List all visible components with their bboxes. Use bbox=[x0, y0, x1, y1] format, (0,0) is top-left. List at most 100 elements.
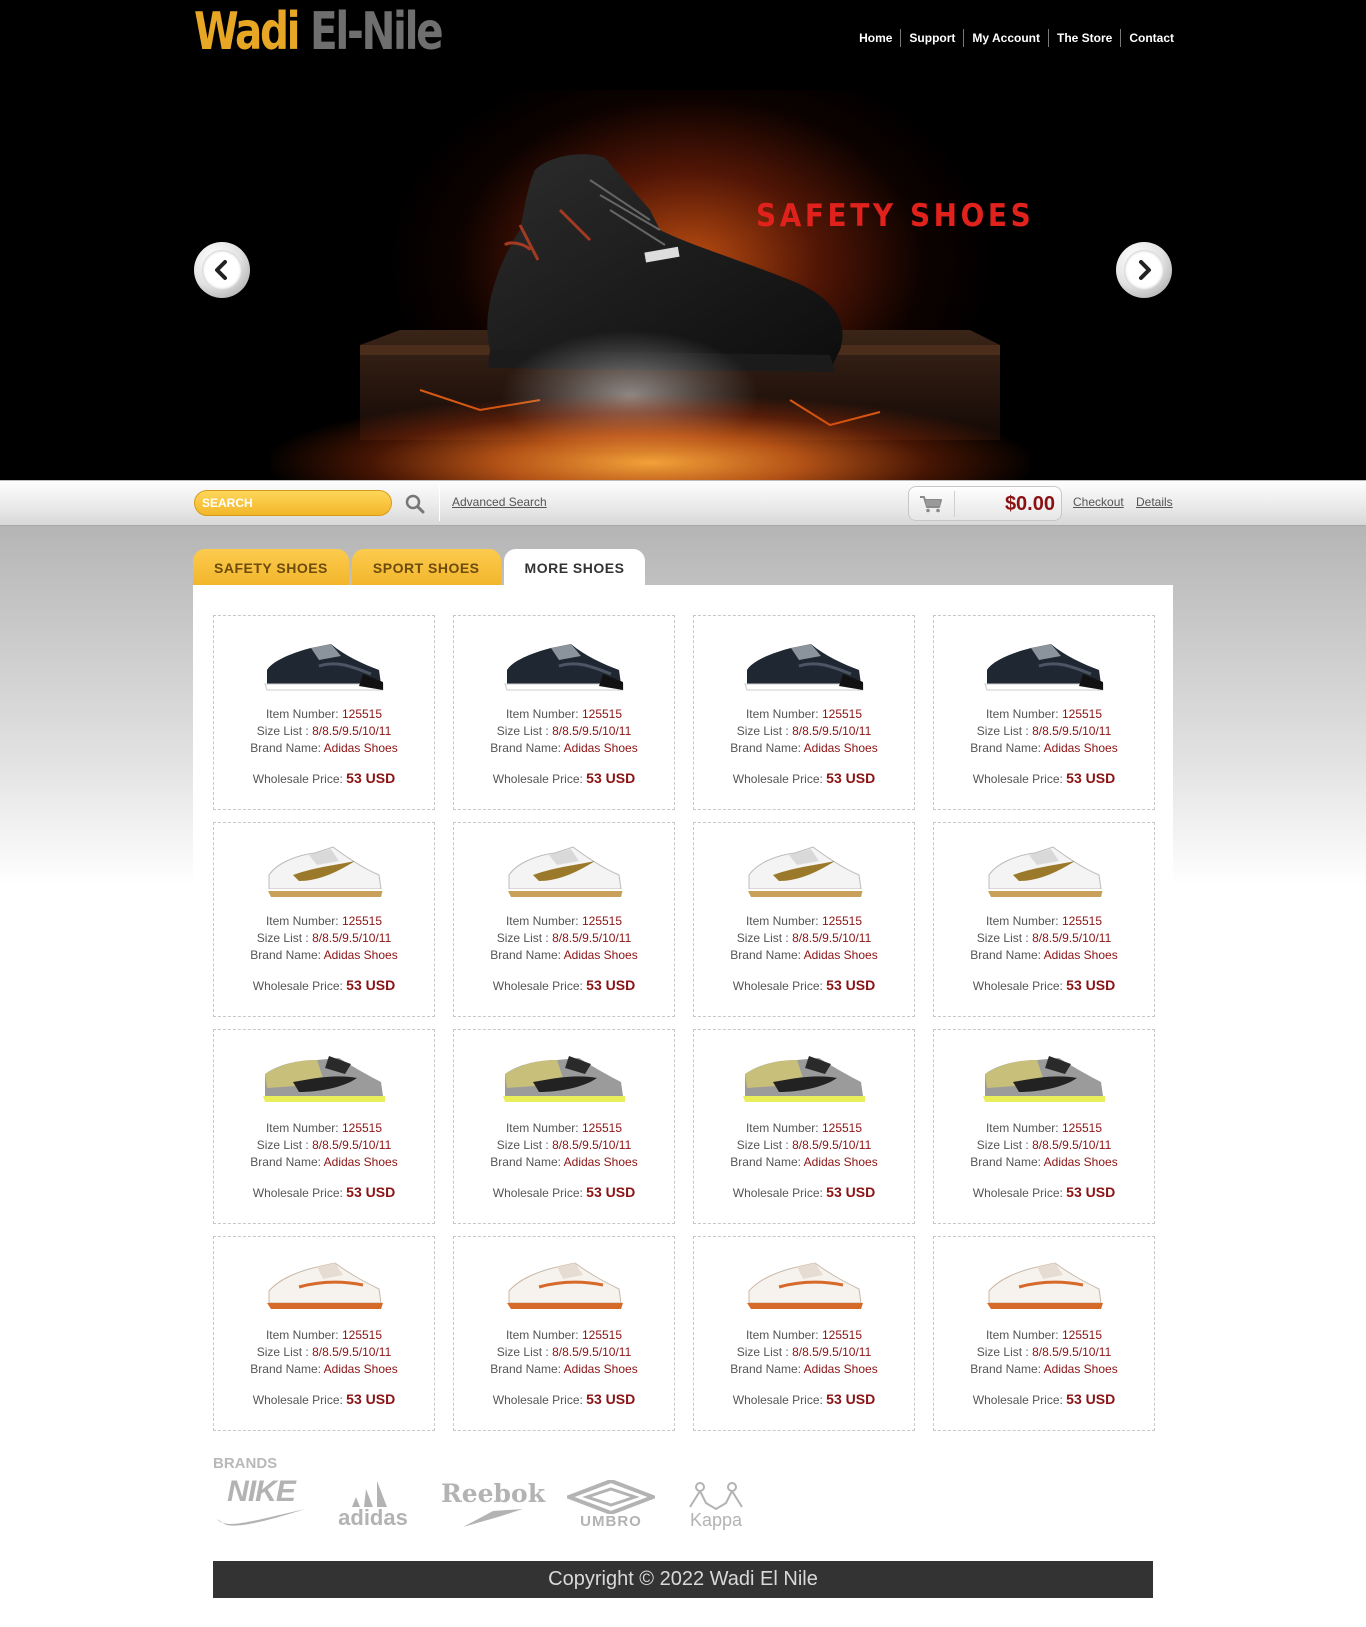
wholesale-price-value: 53 USD bbox=[826, 977, 876, 993]
item-number-value: 125515 bbox=[1061, 1121, 1103, 1135]
logo-word-1: Wadi bbox=[194, 2, 301, 62]
item-number-row: Item Number: 125515 bbox=[694, 706, 914, 723]
product-card[interactable]: Item Number: 125515 Size List : 8/8.5/9.5… bbox=[933, 615, 1155, 810]
item-number-value: 125515 bbox=[341, 707, 383, 721]
brand-reebok-text: Reebok bbox=[440, 1478, 546, 1508]
brand-name-row: Brand Name: Adidas Shoes bbox=[934, 1154, 1154, 1171]
size-list-label: Size List : bbox=[976, 724, 1033, 738]
dark-low-sneaker-image bbox=[984, 644, 1104, 691]
brand-name-value[interactable]: Adidas Shoes bbox=[564, 741, 638, 755]
brand-name-row: Brand Name: Adidas Shoes bbox=[214, 1154, 434, 1171]
brand-name-value[interactable]: Adidas Shoes bbox=[1044, 948, 1118, 962]
product-card[interactable]: Item Number: 125515 Size List : 8/8.5/9.5… bbox=[933, 1029, 1155, 1224]
brand-name-value[interactable]: Adidas Shoes bbox=[324, 948, 398, 962]
product-card[interactable]: Item Number: 125515 Size List : 8/8.5/9.5… bbox=[693, 1236, 915, 1431]
brand-name-value[interactable]: Adidas Shoes bbox=[1044, 741, 1118, 755]
slider-next-button[interactable] bbox=[1116, 242, 1172, 298]
brand-name-value[interactable]: Adidas Shoes bbox=[324, 741, 398, 755]
wholesale-price-value: 53 USD bbox=[346, 1391, 396, 1407]
tab-sport-shoes[interactable]: SPORT SHOES bbox=[351, 549, 501, 586]
wholesale-price-label: Wholesale Price: bbox=[252, 1393, 347, 1407]
wholesale-price-row: Wholesale Price: 53 USD bbox=[214, 1391, 434, 1407]
brand-nike-logo[interactable]: NIKE bbox=[213, 1477, 309, 1532]
size-list-row: Size List : 8/8.5/9.5/10/11 bbox=[454, 1137, 674, 1154]
site-logo[interactable]: Wadi El-Nile bbox=[194, 2, 444, 62]
product-meta: Item Number: 125515 Size List : 8/8.5/9.5… bbox=[454, 706, 674, 757]
brand-reebok-logo[interactable]: Reebok bbox=[437, 1478, 549, 1529]
checkout-link[interactable]: Checkout bbox=[1073, 495, 1124, 509]
slider-prev-button[interactable] bbox=[194, 242, 250, 298]
wholesale-price-label: Wholesale Price: bbox=[972, 1186, 1067, 1200]
advanced-search-link[interactable]: Advanced Search bbox=[452, 495, 547, 509]
size-list-row: Size List : 8/8.5/9.5/10/11 bbox=[694, 930, 914, 947]
product-card[interactable]: Item Number: 125515 Size List : 8/8.5/9.5… bbox=[213, 615, 435, 810]
item-number-value: 125515 bbox=[341, 1328, 383, 1342]
dark-low-sneaker-image bbox=[264, 644, 384, 691]
nav-the-store[interactable]: The Store bbox=[1047, 29, 1120, 47]
brand-name-value[interactable]: Adidas Shoes bbox=[1044, 1155, 1118, 1169]
chevron-left-icon bbox=[215, 260, 227, 280]
brand-name-row: Brand Name: Adidas Shoes bbox=[694, 1154, 914, 1171]
product-meta: Item Number: 125515 Size List : 8/8.5/9.5… bbox=[214, 706, 434, 757]
product-card[interactable]: Item Number: 125515 Size List : 8/8.5/9.5… bbox=[213, 1029, 435, 1224]
brand-name-value[interactable]: Adidas Shoes bbox=[324, 1155, 398, 1169]
product-card[interactable]: Item Number: 125515 Size List : 8/8.5/9.5… bbox=[453, 615, 675, 810]
wholesale-price-value: 53 USD bbox=[586, 1391, 636, 1407]
size-list-value: 8/8.5/9.5/10/11 bbox=[792, 724, 872, 738]
size-list-label: Size List : bbox=[496, 1345, 553, 1359]
item-number-row: Item Number: 125515 bbox=[934, 913, 1154, 930]
brand-name-value[interactable]: Adidas Shoes bbox=[804, 741, 878, 755]
size-list-value: 8/8.5/9.5/10/11 bbox=[792, 931, 872, 945]
product-card[interactable]: Item Number: 125515 Size List : 8/8.5/9.5… bbox=[693, 1029, 915, 1224]
brand-name-value[interactable]: Adidas Shoes bbox=[564, 1155, 638, 1169]
item-number-row: Item Number: 125515 bbox=[934, 1327, 1154, 1344]
size-list-value: 8/8.5/9.5/10/11 bbox=[312, 931, 392, 945]
details-link[interactable]: Details bbox=[1136, 495, 1173, 509]
product-card[interactable]: Item Number: 125515 Size List : 8/8.5/9.5… bbox=[213, 822, 435, 1017]
search-input[interactable] bbox=[194, 490, 392, 516]
logo-word-2: El-Nile bbox=[310, 2, 444, 62]
brand-name-value[interactable]: Adidas Shoes bbox=[804, 1362, 878, 1376]
product-card[interactable]: Item Number: 125515 Size List : 8/8.5/9.5… bbox=[933, 822, 1155, 1017]
wholesale-price-row: Wholesale Price: 53 USD bbox=[454, 1184, 674, 1200]
size-list-value: 8/8.5/9.5/10/11 bbox=[312, 1138, 392, 1152]
nav-support[interactable]: Support bbox=[900, 29, 963, 47]
product-card[interactable]: Item Number: 125515 Size List : 8/8.5/9.5… bbox=[453, 1029, 675, 1224]
brand-name-row: Brand Name: Adidas Shoes bbox=[694, 947, 914, 964]
nav-my-account[interactable]: My Account bbox=[963, 29, 1048, 47]
size-list-value: 8/8.5/9.5/10/11 bbox=[312, 1345, 392, 1359]
brand-name-value[interactable]: Adidas Shoes bbox=[1044, 1362, 1118, 1376]
brand-name-row: Brand Name: Adidas Shoes bbox=[934, 947, 1154, 964]
wholesale-price-value: 53 USD bbox=[586, 977, 636, 993]
product-card[interactable]: Item Number: 125515 Size List : 8/8.5/9.5… bbox=[213, 1236, 435, 1431]
brand-name-value[interactable]: Adidas Shoes bbox=[804, 948, 878, 962]
tab-more-shoes[interactable]: MORE SHOES bbox=[503, 549, 646, 586]
product-card[interactable]: Item Number: 125515 Size List : 8/8.5/9.5… bbox=[453, 822, 675, 1017]
brand-name-label: Brand Name: bbox=[730, 948, 804, 962]
nav-contact[interactable]: Contact bbox=[1120, 29, 1174, 47]
brand-name-value[interactable]: Adidas Shoes bbox=[564, 1362, 638, 1376]
tab-safety-shoes[interactable]: SAFETY SHOES bbox=[193, 549, 349, 586]
brand-name-value[interactable]: Adidas Shoes bbox=[564, 948, 638, 962]
brand-umbro-logo[interactable]: UMBRO bbox=[563, 1479, 659, 1530]
product-card[interactable]: Item Number: 125515 Size List : 8/8.5/9.5… bbox=[453, 1236, 675, 1431]
brand-adidas-logo[interactable]: adidas bbox=[323, 1480, 423, 1529]
item-number-label: Item Number: bbox=[265, 707, 342, 721]
nav-home[interactable]: Home bbox=[851, 29, 900, 47]
size-list-value: 8/8.5/9.5/10/11 bbox=[552, 1138, 632, 1152]
product-card[interactable]: Item Number: 125515 Size List : 8/8.5/9.5… bbox=[933, 1236, 1155, 1431]
cart-summary[interactable]: $0.00 bbox=[908, 486, 1062, 521]
brand-name-value[interactable]: Adidas Shoes bbox=[324, 1362, 398, 1376]
yellow-grey-dunk-image bbox=[743, 1056, 865, 1102]
size-list-row: Size List : 8/8.5/9.5/10/11 bbox=[214, 723, 434, 740]
product-meta: Item Number: 125515 Size List : 8/8.5/9.5… bbox=[934, 1120, 1154, 1171]
item-number-row: Item Number: 125515 bbox=[934, 1120, 1154, 1137]
product-card[interactable]: Item Number: 125515 Size List : 8/8.5/9.5… bbox=[693, 615, 915, 810]
magnifier-icon[interactable] bbox=[404, 493, 426, 515]
wholesale-price-row: Wholesale Price: 53 USD bbox=[934, 770, 1154, 786]
size-list-value: 8/8.5/9.5/10/11 bbox=[552, 931, 632, 945]
brand-name-value[interactable]: Adidas Shoes bbox=[804, 1155, 878, 1169]
product-card[interactable]: Item Number: 125515 Size List : 8/8.5/9.5… bbox=[693, 822, 915, 1017]
brand-name-label: Brand Name: bbox=[490, 1155, 564, 1169]
brand-kappa-logo[interactable]: Kappa bbox=[673, 1481, 759, 1529]
